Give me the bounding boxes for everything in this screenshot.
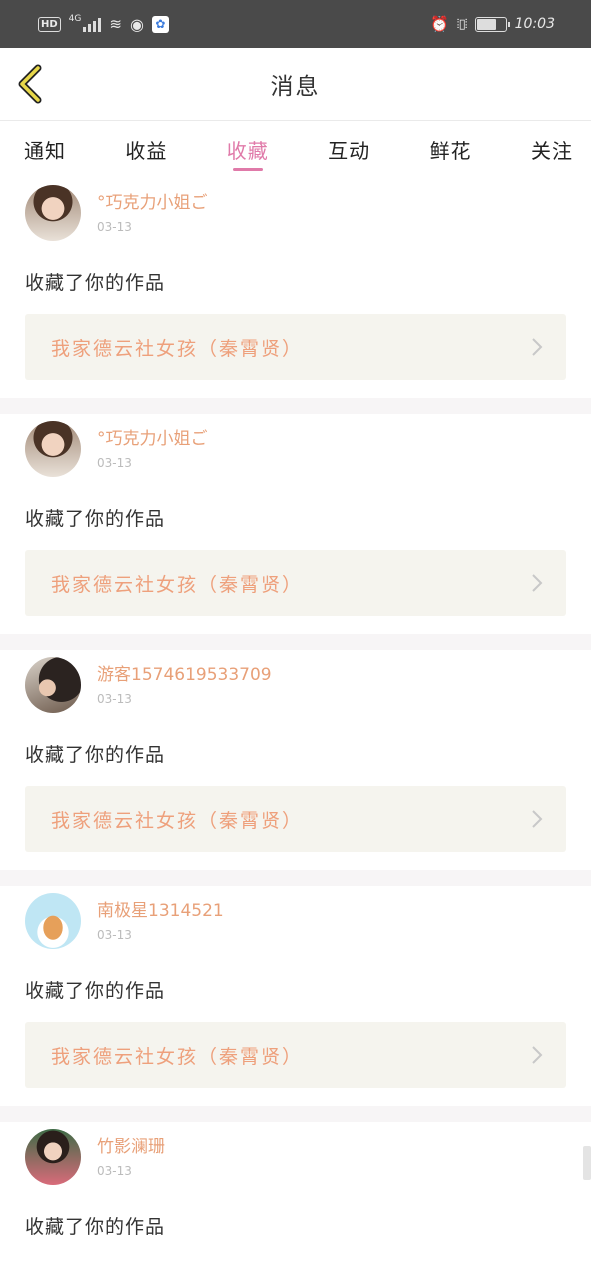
chevron-right-icon [532,338,543,356]
work-title: 我家德云社女孩（秦霄贤） [51,337,304,360]
work-link[interactable]: 我家德云社女孩（秦霄贤） [25,786,566,852]
alarm-icon: ⏰ [429,15,449,33]
action-text: 收藏了你的作品 [25,980,166,1002]
baidu-paw-icon: ✿ [151,15,169,33]
app-header: 消息 [0,48,591,120]
avatar[interactable] [25,185,81,241]
avatar[interactable] [25,893,81,949]
eye-icon: ◉ [129,14,144,34]
tab-earnings[interactable]: 收益 [125,121,167,179]
timestamp: 03-13 [97,928,132,942]
list-item: 竹影澜珊 03-13 收藏了你的作品 [0,1122,591,1256]
timestamp: 03-13 [97,1164,132,1178]
signal-icon [83,16,102,32]
clock: 10:03 [514,16,555,32]
work-link[interactable]: 我家德云社女孩（秦霄贤） [25,550,566,616]
chevron-left-icon[interactable] [14,64,48,104]
tab-notifications[interactable]: 通知 [24,121,66,179]
list-item: °巧克力小姐ご 03-13 收藏了你的作品 我家德云社女孩（秦霄贤） [0,414,591,634]
action-text: 收藏了你的作品 [25,272,166,294]
tab-interactions[interactable]: 互动 [328,121,370,179]
avatar[interactable] [25,1129,81,1185]
action-text: 收藏了你的作品 [25,508,166,530]
chevron-right-icon [532,1046,543,1064]
vibrate-icon: ⦙▯⦙ [456,16,468,32]
work-title: 我家德云社女孩（秦霄贤） [51,573,304,596]
tab-flowers[interactable]: 鲜花 [430,121,472,179]
username[interactable]: 竹影澜珊 [97,1132,165,1157]
status-bar: HD 4G ≋ ◉ ✿ ⏰ ⦙▯⦙ 10:03 [0,0,591,48]
timestamp: 03-13 [97,456,132,470]
battery-icon [474,16,510,32]
username[interactable]: 南极星1314521 [97,896,224,921]
username[interactable]: °巧克力小姐ご [97,188,208,213]
action-text: 收藏了你的作品 [25,744,166,766]
work-link[interactable]: 我家德云社女孩（秦霄贤） [25,1022,566,1088]
action-text: 收藏了你的作品 [25,1216,166,1238]
avatar[interactable] [25,421,81,477]
chevron-right-icon [532,810,543,828]
message-list: °巧克力小姐ご 03-13 收藏了你的作品 我家德云社女孩（秦霄贤） °巧克力小… [0,178,591,1256]
page-title: 消息 [270,74,321,100]
tab-bar: 通知 收益 收藏 互动 鲜花 关注 [0,120,591,178]
tab-favorites[interactable]: 收藏 [227,121,269,179]
chevron-right-icon [532,574,543,592]
username[interactable]: °巧克力小姐ご [97,424,208,449]
work-link[interactable]: 我家德云社女孩（秦霄贤） [25,314,566,380]
list-item: 游客1574619533709 03-13 收藏了你的作品 我家德云社女孩（秦霄… [0,650,591,870]
network-type: 4G [68,14,82,24]
scrollbar-thumb[interactable] [583,1146,591,1180]
hd-badge: HD [38,16,61,32]
avatar[interactable] [25,657,81,713]
work-title: 我家德云社女孩（秦霄贤） [51,809,304,832]
timestamp: 03-13 [97,692,132,706]
timestamp: 03-13 [97,220,132,234]
tab-follows[interactable]: 关注 [531,121,573,179]
list-item: °巧克力小姐ご 03-13 收藏了你的作品 我家德云社女孩（秦霄贤） [0,178,591,398]
list-item: 南极星1314521 03-13 收藏了你的作品 我家德云社女孩（秦霄贤） [0,886,591,1106]
work-title: 我家德云社女孩（秦霄贤） [51,1045,304,1068]
wifi-icon: ≋ [109,15,122,33]
username[interactable]: 游客1574619533709 [97,660,272,685]
